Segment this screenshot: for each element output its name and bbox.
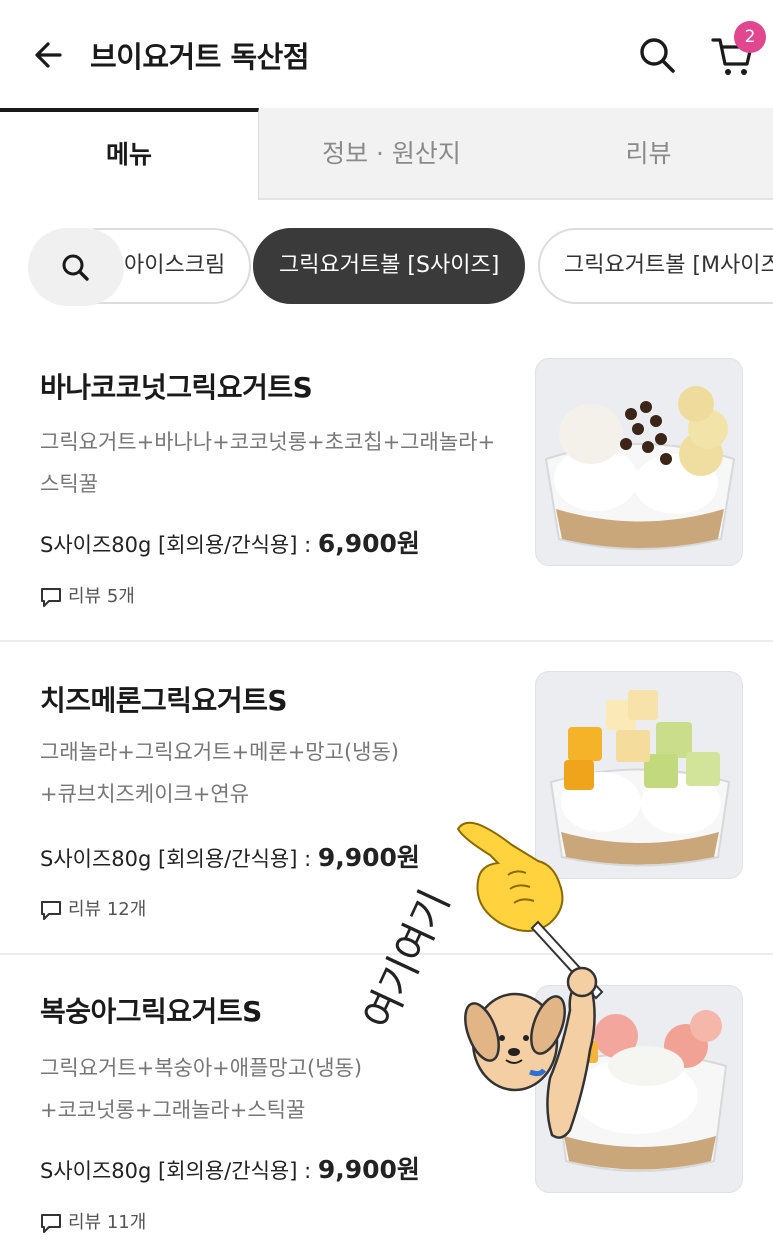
item-name: 복숭아그릭요거트S xyxy=(40,995,262,1028)
cart-count-badge: 2 xyxy=(734,21,766,53)
tab-info-origin[interactable]: 정보 · 원산지 xyxy=(259,108,524,200)
tab-menu[interactable]: 메뉴 xyxy=(0,108,259,200)
item-photo-banana-coconut xyxy=(535,358,743,566)
search-icon xyxy=(62,254,89,281)
item-name: 바나코코넛그릭요거트S xyxy=(40,371,313,404)
pointing-puppy-sticker: 여기여기 xyxy=(330,810,630,1150)
back-button[interactable] xyxy=(30,35,70,75)
category-search-button[interactable] xyxy=(28,228,124,306)
item-review-count: 리뷰 12개 xyxy=(40,895,146,921)
item-description: 그릭요거트+바나나+코코넛롱+초코칩+그래놀라+ 스틱꿀 xyxy=(40,430,496,496)
chip-greek-bowl-m[interactable]: 그릭요거트볼 [M사이즈] xyxy=(538,228,773,304)
chip-greek-bowl-s[interactable]: 그릭요거트볼 [S사이즈] xyxy=(253,228,526,304)
item-price: S사이즈80g [회의용/간식용] : 6,900원 xyxy=(40,529,420,558)
item-description: 그래놀라+그릭요거트+메론+망고(냉동) +큐브치즈케이크+연유 xyxy=(40,740,399,806)
item-price: S사이즈80g [회의용/간식용] : 9,900원 xyxy=(40,1155,420,1184)
tab-reviews[interactable]: 리뷰 xyxy=(524,108,773,200)
sticker-handwriting: 여기여기 xyxy=(355,883,459,1036)
item-review-count: 리뷰 5개 xyxy=(40,582,135,608)
arrow-left-icon xyxy=(35,42,62,68)
speech-bubble-icon xyxy=(41,588,61,607)
app-header: 브이요거트 독산점 2 xyxy=(0,0,773,108)
search-button[interactable] xyxy=(636,34,678,76)
search-icon xyxy=(640,38,675,73)
speech-bubble-icon xyxy=(41,1214,61,1233)
store-tabs: 메뉴 정보 · 원산지 리뷰 xyxy=(0,108,773,200)
item-name: 치즈메론그릭요거트S xyxy=(40,684,288,717)
speech-bubble-icon xyxy=(41,901,61,920)
item-review-count: 리뷰 11개 xyxy=(40,1208,146,1234)
menu-item[interactable]: 바나코코넛그릭요거트S 그릭요거트+바나나+코코넛롱+초코칩+그래놀라+ 스틱꿀… xyxy=(0,330,773,642)
category-chips: 아이스크림 그릭요거트볼 [S사이즈] 그릭요거트볼 [M사이즈] xyxy=(0,200,773,320)
store-title: 브이요거트 독산점 xyxy=(90,40,310,74)
